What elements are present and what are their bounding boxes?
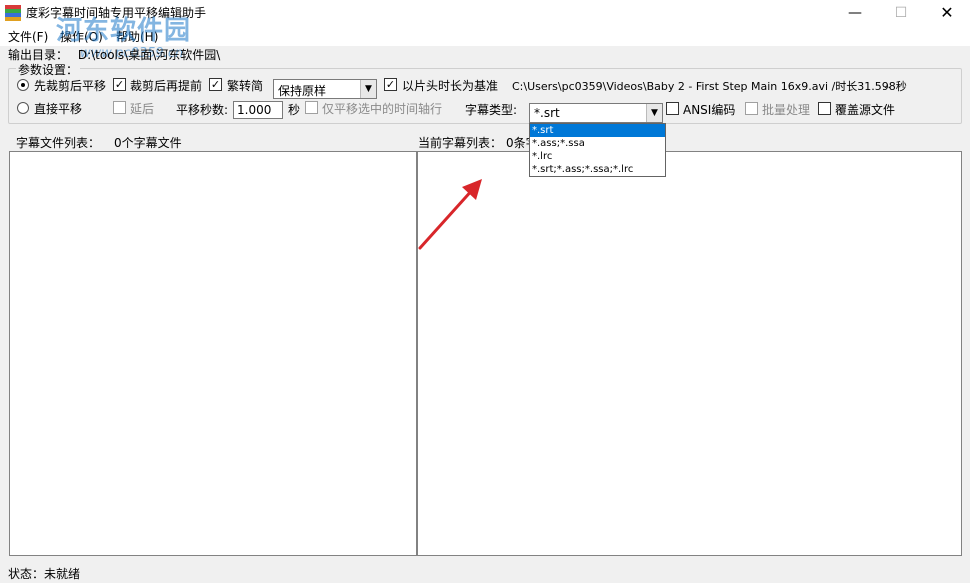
batch-process-label: 批量处理 xyxy=(762,103,811,117)
current-subtitle-list-label: 当前字幕列表： xyxy=(418,136,503,150)
cut-then-advance-checkbox[interactable]: ✓ xyxy=(113,78,126,91)
video-path: C:\Users\pc0359\Videos\Baby 2 - First St… xyxy=(512,80,907,93)
status-bar: 状态：未就绪 xyxy=(8,567,81,581)
annotation-arrow-icon xyxy=(418,179,482,250)
menu-bar: 文件(F) 操作(O) 帮助(H) xyxy=(0,26,970,46)
app-icon xyxy=(5,5,21,21)
conversion-select[interactable]: 保持原样 ▼ xyxy=(273,79,377,99)
window-title: 度彩字幕时间轴专用平移编辑助手 xyxy=(26,6,207,20)
delay-checkbox[interactable] xyxy=(113,101,126,114)
ansi-encoding-label: ANSI编码 xyxy=(683,103,736,117)
cut-then-advance-label: 裁剪后再提前 xyxy=(130,79,203,93)
subtitle-type-option[interactable]: *.lrc xyxy=(530,150,665,163)
mode-cut-then-shift-radio[interactable] xyxy=(17,79,29,91)
subtitle-file-list-label: 字幕文件列表： xyxy=(16,136,101,150)
menu-help[interactable]: 帮助(H) xyxy=(116,28,158,45)
video-browse-button[interactable]: .. xyxy=(884,78,891,91)
overwrite-source-checkbox[interactable] xyxy=(818,102,831,115)
mode-direct-shift-label: 直接平移 xyxy=(34,102,83,116)
batch-process-checkbox[interactable] xyxy=(745,102,758,115)
shift-selected-only-label: 仅平移选中的时间轴行 xyxy=(322,102,443,116)
close-button[interactable]: ✕ xyxy=(924,0,970,26)
mode-direct-shift-radio[interactable] xyxy=(17,102,29,114)
subtitle-file-list[interactable] xyxy=(9,151,417,556)
ansi-encoding-checkbox[interactable] xyxy=(666,102,679,115)
chevron-down-icon[interactable]: ▼ xyxy=(360,80,376,98)
subtitle-type-option[interactable]: *.ass;*.ssa xyxy=(530,137,665,150)
subtitle-type-select[interactable]: *.srt ▼ xyxy=(529,103,663,123)
shift-seconds-input[interactable]: 1.000 xyxy=(233,101,283,119)
output-directory-label: 输出目录： xyxy=(8,48,69,62)
trad-to-simp-label: 繁转简 xyxy=(227,79,264,93)
seconds-unit-label: 秒 xyxy=(288,103,301,117)
shift-seconds-label: 平移秒数: xyxy=(176,103,229,117)
delay-label: 延后 xyxy=(130,102,155,116)
trad-to-simp-checkbox[interactable]: ✓ xyxy=(209,78,222,91)
subtitle-type-value: *.srt xyxy=(534,106,560,120)
menu-operation[interactable]: 操作(O) xyxy=(60,28,103,45)
subtitle-type-option[interactable]: *.srt xyxy=(530,124,665,137)
output-directory-path: D:\tools\桌面\河东软件园\ xyxy=(77,48,221,62)
subtitle-type-label: 字幕类型: xyxy=(465,103,518,117)
conversion-select-value: 保持原样 xyxy=(278,84,327,98)
shift-selected-only-checkbox[interactable] xyxy=(305,101,318,114)
subtitle-type-dropdown[interactable]: *.srt *.ass;*.ssa *.lrc *.srt;*.ass;*.ss… xyxy=(529,123,666,177)
chevron-down-icon[interactable]: ▼ xyxy=(646,104,662,122)
mode-cut-then-shift-label: 先裁剪后平移 xyxy=(34,79,107,93)
subtitle-type-option[interactable]: *.srt;*.ass;*.ssa;*.lrc xyxy=(530,163,665,176)
maximize-button[interactable]: ☐ xyxy=(878,0,924,26)
menu-file[interactable]: 文件(F) xyxy=(8,28,48,45)
params-legend: 参数设置： xyxy=(16,61,81,78)
title-bar: 度彩字幕时间轴专用平移编辑助手 — ☐ ✕ xyxy=(0,0,970,26)
minimize-button[interactable]: — xyxy=(832,0,878,26)
overwrite-source-label: 覆盖源文件 xyxy=(835,103,896,117)
subtitle-file-count: 0个字幕文件 xyxy=(114,136,182,150)
use-head-duration-label: 以片头时长为基准 xyxy=(402,79,499,93)
use-head-duration-checkbox[interactable]: ✓ xyxy=(384,78,397,91)
